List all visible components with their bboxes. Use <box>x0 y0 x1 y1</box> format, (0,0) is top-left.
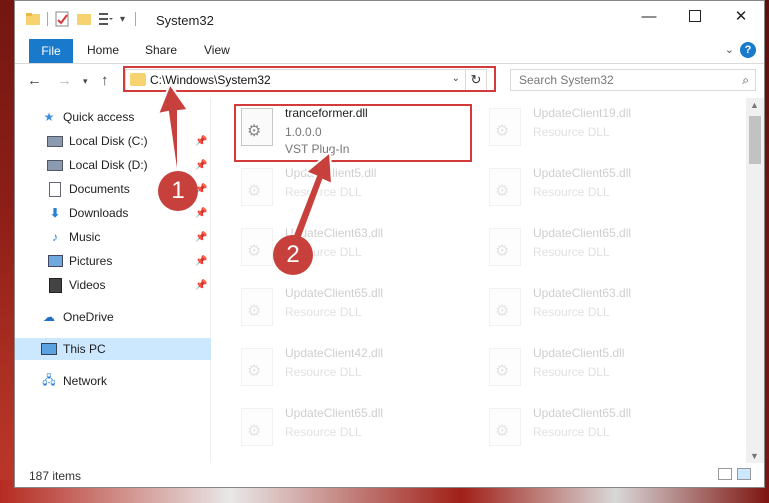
annotation-arrows <box>156 81 334 244</box>
step-2-badge: 2 <box>273 235 313 275</box>
arrow-to-file <box>290 149 334 244</box>
arrow-to-address <box>156 81 190 183</box>
step-1-badge: 1 <box>158 171 198 211</box>
